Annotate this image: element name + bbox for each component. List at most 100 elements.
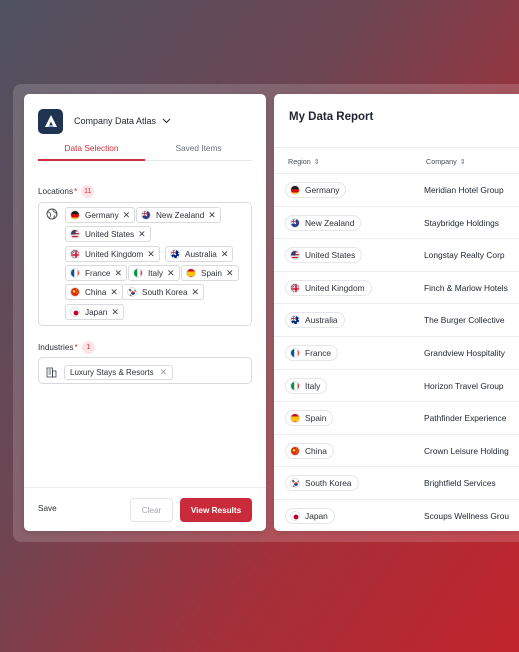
table-row[interactable]: Japan Scoups Wellness Grou [274,500,519,531]
italy-flag-icon [133,268,143,278]
table-row[interactable]: New Zealand Staybridge Holdings [274,207,519,240]
region-badge: China [285,442,334,459]
locations-multiselect[interactable]: Germany ✕ New Zealand ✕ United States ✕ United… [38,202,252,326]
company-name: Crown Leisure Holding [424,445,509,456]
location-chip-australia[interactable]: Australia ✕ [165,246,234,262]
location-chip-germany[interactable]: Germany ✕ [65,207,136,223]
region-label: United Kingdom [305,282,365,293]
region-label: Italy [305,380,321,391]
column-header-label: Region [288,157,311,166]
column-header-region[interactable]: Region ⇕ [288,157,320,166]
united-kingdom-flag-icon [70,249,80,259]
china-flag-icon [70,287,80,297]
clear-button[interactable]: Clear [130,498,173,522]
region-label: China [305,445,327,456]
data-selection-panel: Company Data Atlas Data Selection Saved … [24,94,266,531]
location-chip-label: Australia [185,249,217,259]
industries-multiselect[interactable]: Luxury Stays & Resorts ✕ [38,357,252,384]
remove-chip-icon[interactable]: ✕ [114,268,122,279]
location-chip-france[interactable]: France ✕ [65,265,128,281]
remove-chip-icon[interactable]: ✕ [138,229,146,240]
location-chip-south-korea[interactable]: South Korea ✕ [122,284,205,300]
region-label: France [305,348,332,358]
industry-chip[interactable]: Luxury Stays & Resorts ✕ [64,365,174,380]
remove-chip-icon[interactable]: ✕ [110,287,118,298]
sort-icon: ⇕ [313,158,320,166]
remove-chip-icon[interactable]: ✕ [123,210,131,221]
china-flag-icon [290,445,300,456]
company-name: Scoups Wellness Grou [424,511,510,521]
region-badge: Germany [285,182,347,198]
france-flag-icon [70,268,80,278]
report-panel: My Data Report Region ⇕ Company ⇕ German… [274,94,519,531]
location-chip-united-kingdom[interactable]: United Kingdom ✕ [65,246,160,262]
locations-label-text: Locations [38,187,74,196]
column-header-label: Company [426,157,457,166]
remove-chip-icon[interactable]: ✕ [226,268,234,279]
united-states-flag-icon [290,250,300,261]
south-korea-flag-icon [127,287,137,297]
new-zealand-flag-icon [290,217,300,228]
region-badge: United States [285,247,363,264]
app-switcher[interactable]: Company Data Atlas [38,108,171,134]
remove-chip-icon[interactable]: ✕ [192,287,200,298]
save-button[interactable]: Save [38,504,57,513]
location-chip-label: Japan [85,307,108,317]
panel-footer: Save Clear View Results [24,487,266,531]
tab-data-selection[interactable]: Data Selection [38,143,145,161]
remove-chip-icon[interactable]: ✕ [221,249,229,260]
remove-chip-icon[interactable]: ✕ [167,268,175,279]
location-chip-new-zealand[interactable]: New Zealand ✕ [136,207,221,223]
region-label: Japan [305,511,328,521]
view-results-button[interactable]: View Results [180,498,252,522]
company-name: Staybridge Holdings [424,217,499,228]
location-chip-united-states[interactable]: United States ✕ [65,226,151,242]
region-label: Germany [305,185,340,195]
table-row[interactable]: United States Longstay Realty Corp [274,239,519,272]
location-chip-china[interactable]: China ✕ [65,284,123,300]
tab-bar: Data Selection Saved Items [38,143,252,161]
table-row[interactable]: Spain Pathfinder Experience [274,402,519,435]
location-chip-label: Germany [85,210,119,220]
table-row[interactable]: Germany Meridian Hotel Group [274,174,519,207]
japan-flag-icon [70,307,80,317]
required-mark: * [74,187,78,196]
germany-flag-icon [70,210,80,220]
united-states-flag-icon [70,229,80,239]
remove-chip-icon[interactable]: ✕ [208,210,216,221]
table-row[interactable]: United Kingdom Finch & Marlow Hotels [274,272,519,305]
location-chip-italy[interactable]: Italy ✕ [128,265,180,281]
tab-saved-items[interactable]: Saved Items [145,143,252,160]
app-logo-icon [38,108,63,134]
location-chip-spain[interactable]: Spain ✕ [181,265,239,281]
company-name: Horizon Travel Group [424,380,504,391]
company-name: Grandview Hospitality [424,348,505,358]
location-chip-label: France [85,268,111,278]
table-row[interactable]: Italy Horizon Travel Group [274,370,519,403]
table-row[interactable]: China Crown Leisure Holding [274,435,519,468]
region-badge: South Korea [285,475,359,492]
new-zealand-flag-icon [141,210,151,220]
remove-chip-icon[interactable]: ✕ [160,367,168,378]
australia-flag-icon [290,315,300,326]
australia-flag-icon [170,249,180,259]
table-row[interactable]: South Korea Brightfield Services [274,467,519,500]
sort-icon: ⇕ [459,158,466,166]
column-header-company[interactable]: Company ⇕ [426,157,466,166]
location-chip-japan[interactable]: Japan ✕ [65,304,124,320]
remove-chip-icon[interactable]: ✕ [111,307,119,318]
company-name: Brightfield Services [424,478,496,489]
location-chip-label: Spain [201,268,222,278]
table-row[interactable]: Australia The Burger Collective [274,304,519,337]
globe-icon [46,207,58,225]
building-icon [46,365,57,383]
industries-label: Industries * 1 [38,341,95,354]
region-badge: Japan [285,508,335,524]
table-row[interactable]: France Grandview Hospitality [274,337,519,370]
remove-chip-icon[interactable]: ✕ [147,249,155,260]
spain-flag-icon [186,268,196,278]
region-badge: United Kingdom [285,279,372,296]
location-chip-label: United Kingdom [85,249,144,259]
table-header: Region ⇕ Company ⇕ [274,147,519,174]
industry-chip-label: Luxury Stays & Resorts [70,368,154,377]
